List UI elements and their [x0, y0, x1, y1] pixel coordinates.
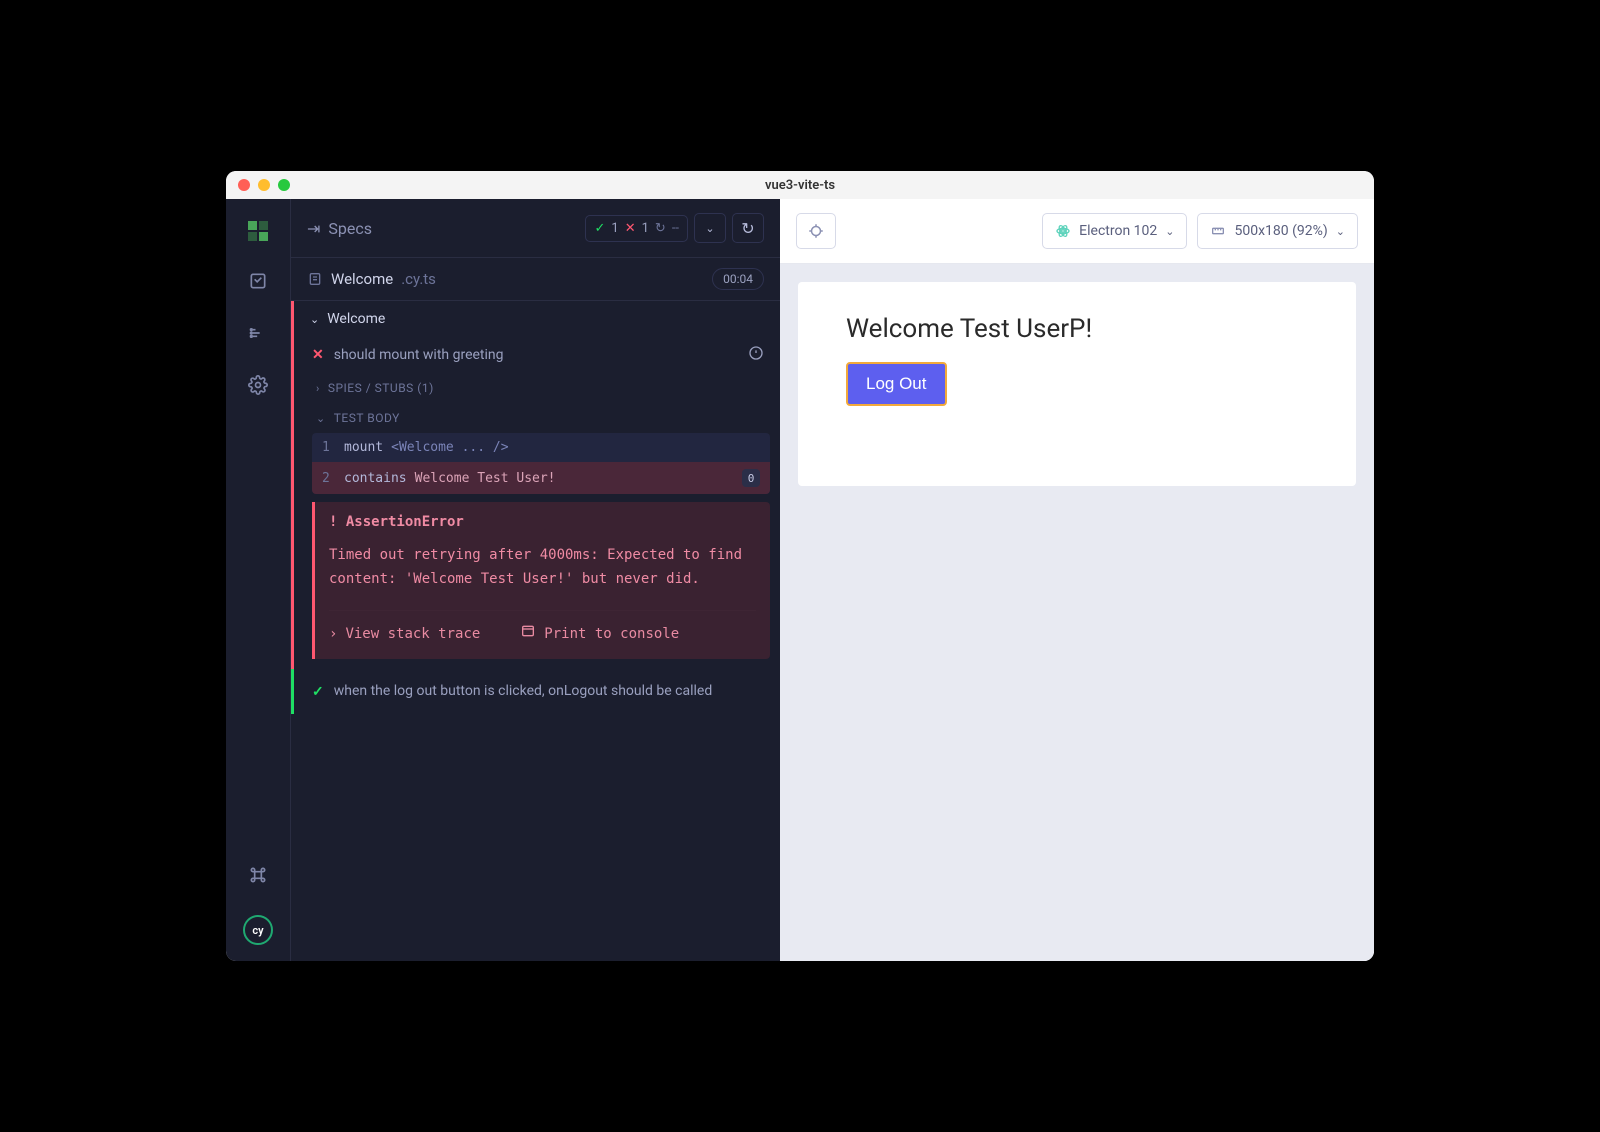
settings-nav-icon[interactable] — [246, 373, 270, 397]
body-label: TEST BODY — [334, 411, 400, 425]
reporter-panel: ⇥ Specs ✓ 1 ✕ 1 ↻ -- ⌄ — [290, 199, 780, 961]
command-row[interactable]: 1 mount <Welcome ... /> — [312, 433, 770, 462]
component-frame: Welcome Test UserP! Log Out — [798, 282, 1356, 486]
duration-badge: 00:04 — [712, 268, 764, 290]
preview-canvas: Welcome Test UserP! Log Out — [780, 264, 1374, 961]
terminal-icon — [520, 623, 536, 648]
spies-section[interactable]: › SPIES / STUBS (1) — [294, 373, 780, 403]
command-arg: <Welcome ... /> — [391, 440, 508, 455]
command-name: mount — [344, 440, 383, 455]
crosshair-icon — [807, 222, 825, 240]
viewport-label: 500x180 (92%) — [1234, 223, 1327, 239]
spec-base-name: Welcome — [331, 270, 393, 288]
chevron-down-icon: ⌄ — [1165, 225, 1174, 238]
error-message: Timed out retrying after 4000ms: Expecte… — [329, 544, 756, 592]
error-title: ! AssertionError — [329, 514, 756, 530]
command-log: 1 mount <Welcome ... /> 2 contains Welco… — [312, 433, 770, 494]
chevron-down-icon: ⌄ — [705, 222, 714, 235]
app-window: vue3-vite-ts cy — [226, 171, 1374, 961]
window-title: vue3-vite-ts — [226, 178, 1374, 193]
suite-title[interactable]: ⌄ Welcome — [294, 301, 780, 337]
stack-trace-label: View stack trace — [345, 623, 480, 648]
ruler-icon — [1210, 223, 1226, 239]
preview-toolbar: Electron 102 ⌄ 500x180 (92%) ⌄ — [780, 199, 1374, 264]
cypress-logo-icon[interactable]: cy — [243, 915, 273, 945]
element-count-badge: 0 — [742, 469, 760, 487]
arrow-right-icon: ⇥ — [307, 219, 320, 238]
retry-icon: ↻ — [655, 221, 666, 236]
specs-link[interactable]: ⇥ Specs — [307, 219, 372, 238]
electron-icon — [1055, 223, 1071, 239]
browser-label: Electron 102 — [1079, 223, 1157, 239]
line-number: 1 — [322, 440, 344, 455]
chevron-down-icon: ⌄ — [310, 313, 319, 326]
info-icon[interactable] — [748, 345, 764, 365]
viewport-selector[interactable]: 500x180 (92%) ⌄ — [1197, 213, 1358, 249]
browser-selector[interactable]: Electron 102 ⌄ — [1042, 213, 1187, 249]
icon-rail: cy — [226, 199, 290, 961]
command-row-error[interactable]: 2 contains Welcome Test User! 0 — [312, 462, 770, 494]
runs-nav-icon[interactable] — [246, 321, 270, 345]
reload-icon: ↻ — [741, 219, 754, 238]
x-icon: ✕ — [625, 221, 636, 236]
suite-name: Welcome — [327, 311, 385, 327]
error-actions: › View stack trace Print to console — [329, 610, 756, 648]
passing-test-row[interactable]: ✓ when the log out button is clicked, on… — [312, 681, 764, 702]
keyboard-icon[interactable] — [246, 863, 270, 887]
chevron-right-icon: › — [329, 623, 337, 648]
check-icon: ✓ — [594, 221, 605, 236]
line-number: 2 — [322, 471, 344, 486]
spec-ext: .cy.ts — [401, 270, 436, 288]
suite-block-failing: ⌄ Welcome ✕ should mount with greeting ›… — [291, 301, 780, 669]
reporter-header: ⇥ Specs ✓ 1 ✕ 1 ↻ -- ⌄ — [291, 199, 780, 257]
preview-panel: Electron 102 ⌄ 500x180 (92%) ⌄ Welcome T… — [780, 199, 1374, 961]
retry-count: -- — [672, 221, 679, 236]
specs-nav-icon[interactable] — [246, 269, 270, 293]
view-stack-trace-button[interactable]: › View stack trace — [329, 623, 480, 648]
specs-label-text: Specs — [328, 219, 372, 238]
command-name: contains — [344, 471, 407, 486]
print-to-console-button[interactable]: Print to console — [520, 623, 679, 648]
print-console-label: Print to console — [544, 623, 679, 648]
command-arg: Welcome Test User! — [415, 471, 556, 486]
failing-test-row[interactable]: ✕ should mount with greeting — [294, 337, 780, 373]
options-dropdown-button[interactable]: ⌄ — [694, 213, 726, 243]
chevron-down-icon: ⌄ — [316, 412, 326, 425]
chevron-down-icon: ⌄ — [1336, 225, 1345, 238]
spec-file-row[interactable]: Welcome .cy.ts 00:04 — [291, 257, 780, 301]
suite-block-passing: ✓ when the log out button is clicked, on… — [291, 669, 780, 714]
file-icon — [307, 271, 323, 287]
logout-button[interactable]: Log Out — [846, 362, 947, 406]
spies-label: SPIES / STUBS (1) — [328, 381, 434, 395]
rerun-button[interactable]: ↻ — [732, 213, 764, 243]
welcome-heading: Welcome Test UserP! — [846, 314, 1308, 344]
titlebar: vue3-vite-ts — [226, 171, 1374, 199]
spec-file-name: Welcome .cy.ts — [307, 270, 436, 288]
reporter-controls: ✓ 1 ✕ 1 ↻ -- ⌄ ↻ — [585, 213, 764, 243]
chevron-right-icon: › — [316, 382, 320, 395]
app-logo — [248, 221, 268, 241]
pass-count: 1 — [611, 221, 618, 236]
x-icon: ✕ — [312, 347, 324, 363]
error-panel: ! AssertionError Timed out retrying afte… — [312, 502, 770, 659]
test-body-section[interactable]: ⌄ TEST BODY — [294, 403, 780, 433]
fail-count: 1 — [642, 221, 649, 236]
app-body: cy ⇥ Specs ✓ 1 ✕ 1 ↻ -- — [226, 199, 1374, 961]
passing-test-title: when the log out button is clicked, onLo… — [334, 681, 713, 702]
selector-playground-button[interactable] — [796, 213, 836, 249]
run-status-pill: ✓ 1 ✕ 1 ↻ -- — [585, 215, 688, 242]
check-icon: ✓ — [312, 684, 324, 700]
failing-test-title: should mount with greeting — [334, 347, 504, 363]
